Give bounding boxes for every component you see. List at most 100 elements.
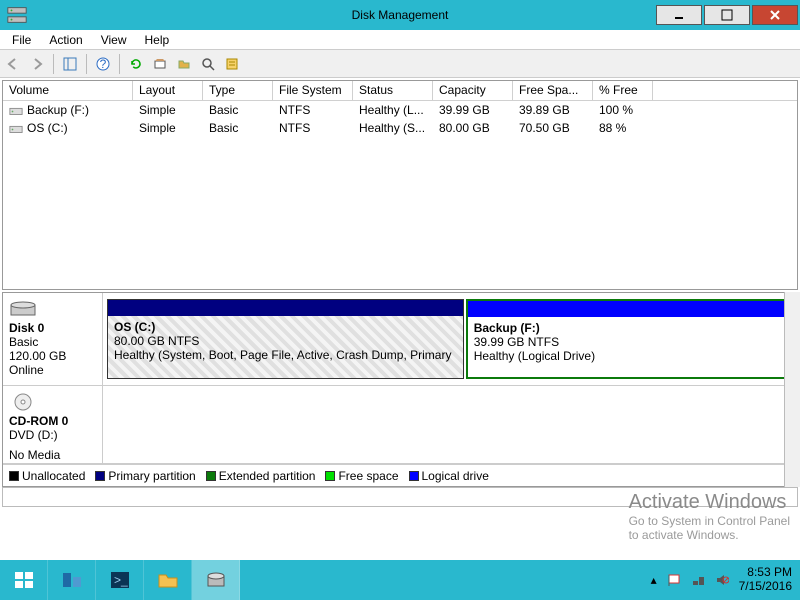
close-button[interactable] [752, 5, 798, 25]
help-button[interactable]: ? [92, 53, 114, 75]
partition-backup[interactable]: Backup (F:) 39.99 GB NTFS Healthy (Logic… [466, 299, 795, 379]
disk-graphical-view: Disk 0 Basic 120.00 GB Online OS (C:) 80… [2, 292, 798, 487]
taskbar: >_ ▴ 8:53 PM 7/15/2016 [0, 560, 800, 600]
back-button[interactable] [2, 53, 24, 75]
status-bar [2, 487, 798, 507]
toolbar-separator [86, 54, 87, 74]
tray-chevron-icon[interactable]: ▴ [651, 573, 657, 587]
menu-file[interactable]: File [4, 31, 39, 49]
partition-size: 80.00 GB NTFS [114, 334, 457, 348]
legend-unallocated: Unallocated [22, 469, 85, 483]
disk-management-icon [204, 568, 228, 592]
partition-health: Healthy (System, Boot, Page File, Active… [114, 348, 457, 362]
volume-fs: NTFS [273, 120, 353, 136]
drive-icon [9, 123, 23, 135]
volume-type: Basic [203, 120, 273, 136]
powershell-icon: >_ [108, 568, 132, 592]
menu-help[interactable]: Help [137, 31, 178, 49]
start-button[interactable] [0, 560, 48, 600]
toolbar: ? [0, 50, 800, 78]
taskbar-disk-management[interactable] [192, 560, 240, 600]
partition-size: 39.99 GB NTFS [474, 335, 787, 349]
partition-os[interactable]: OS (C:) 80.00 GB NTFS Healthy (System, B… [107, 299, 464, 379]
cdrom-icon [9, 392, 37, 412]
col-capacity[interactable]: Capacity [433, 81, 513, 100]
volume-name: Backup (F:) [27, 103, 89, 117]
legend-swatch-primary [95, 471, 105, 481]
volume-type: Basic [203, 102, 273, 118]
app-icon [6, 4, 28, 26]
legend: Unallocated Primary partition Extended p… [3, 464, 797, 486]
window-title: Disk Management [352, 8, 449, 22]
folder-icon [156, 568, 180, 592]
disk-header[interactable]: Disk 0 Basic 120.00 GB Online [3, 293, 103, 385]
disk-icon [9, 299, 37, 319]
windows-logo-icon [13, 569, 35, 591]
col-type[interactable]: Type [203, 81, 273, 100]
tray-volume-icon[interactable] [715, 573, 729, 587]
cdrom-header[interactable]: CD-ROM 0 DVD (D:) No Media [3, 386, 103, 463]
partition-health: Healthy (Logical Drive) [474, 349, 787, 363]
legend-swatch-unallocated [9, 471, 19, 481]
legend-swatch-extended [206, 471, 216, 481]
partition-title: OS (C:) [114, 320, 155, 334]
taskbar-explorer[interactable] [144, 560, 192, 600]
volume-layout: Simple [133, 120, 203, 136]
cdrom-name: CD-ROM 0 [9, 414, 68, 428]
minimize-button[interactable] [656, 5, 702, 25]
legend-swatch-freespace [325, 471, 335, 481]
legend-swatch-logical [409, 471, 419, 481]
volume-free: 39.89 GB [513, 102, 593, 118]
maximize-button[interactable] [704, 5, 750, 25]
volume-row[interactable]: OS (C:) Simple Basic NTFS Healthy (S... … [3, 119, 797, 137]
server-manager-icon [60, 568, 84, 592]
col-filesystem[interactable]: File System [273, 81, 353, 100]
forward-button[interactable] [26, 53, 48, 75]
cdrom-state: No Media [9, 448, 96, 462]
tray-time[interactable]: 8:53 PM [739, 566, 792, 580]
col-status[interactable]: Status [353, 81, 433, 100]
legend-freespace: Free space [338, 469, 398, 483]
volume-status: Healthy (L... [353, 102, 433, 118]
volume-row[interactable]: Backup (F:) Simple Basic NTFS Healthy (L… [3, 101, 797, 119]
cdrom-row[interactable]: CD-ROM 0 DVD (D:) No Media [3, 386, 797, 464]
disk-size: 120.00 GB [9, 349, 96, 363]
volume-capacity: 80.00 GB [433, 120, 513, 136]
col-layout[interactable]: Layout [133, 81, 203, 100]
refresh-button[interactable] [125, 53, 147, 75]
scrollbar-vertical[interactable] [784, 292, 800, 487]
toolbar-separator [119, 54, 120, 74]
system-tray[interactable]: ▴ 8:53 PM 7/15/2016 [643, 560, 800, 600]
col-free-space[interactable]: Free Spa... [513, 81, 593, 100]
disk-type: Basic [9, 335, 96, 349]
volume-list[interactable]: Volume Layout Type File System Status Ca… [2, 80, 798, 290]
svg-text:?: ? [100, 57, 107, 71]
tree-view-button[interactable] [59, 53, 81, 75]
tray-date[interactable]: 7/15/2016 [739, 580, 792, 594]
taskbar-powershell[interactable]: >_ [96, 560, 144, 600]
volume-capacity: 39.99 GB [433, 102, 513, 118]
menu-view[interactable]: View [93, 31, 135, 49]
volume-header-row: Volume Layout Type File System Status Ca… [3, 81, 797, 101]
volume-status: Healthy (S... [353, 120, 433, 136]
partition-color-bar [108, 300, 463, 316]
menu-action[interactable]: Action [41, 31, 90, 49]
volume-pct: 88 % [593, 120, 653, 136]
rescan-button[interactable] [149, 53, 171, 75]
col-volume[interactable]: Volume [3, 81, 133, 100]
partition-color-bar [468, 301, 793, 317]
taskbar-server-manager[interactable] [48, 560, 96, 600]
explore-button[interactable] [197, 53, 219, 75]
disk-name: Disk 0 [9, 321, 44, 335]
volume-layout: Simple [133, 102, 203, 118]
open-button[interactable] [173, 53, 195, 75]
tray-network-icon[interactable] [691, 573, 705, 587]
volume-free: 70.50 GB [513, 120, 593, 136]
tray-flag-icon[interactable] [667, 573, 681, 587]
partition-title: Backup (F:) [474, 321, 540, 335]
legend-primary: Primary partition [108, 469, 195, 483]
col-percent-free[interactable]: % Free [593, 81, 653, 100]
properties-button[interactable] [221, 53, 243, 75]
legend-logical: Logical drive [422, 469, 489, 483]
disk-row[interactable]: Disk 0 Basic 120.00 GB Online OS (C:) 80… [3, 293, 797, 386]
